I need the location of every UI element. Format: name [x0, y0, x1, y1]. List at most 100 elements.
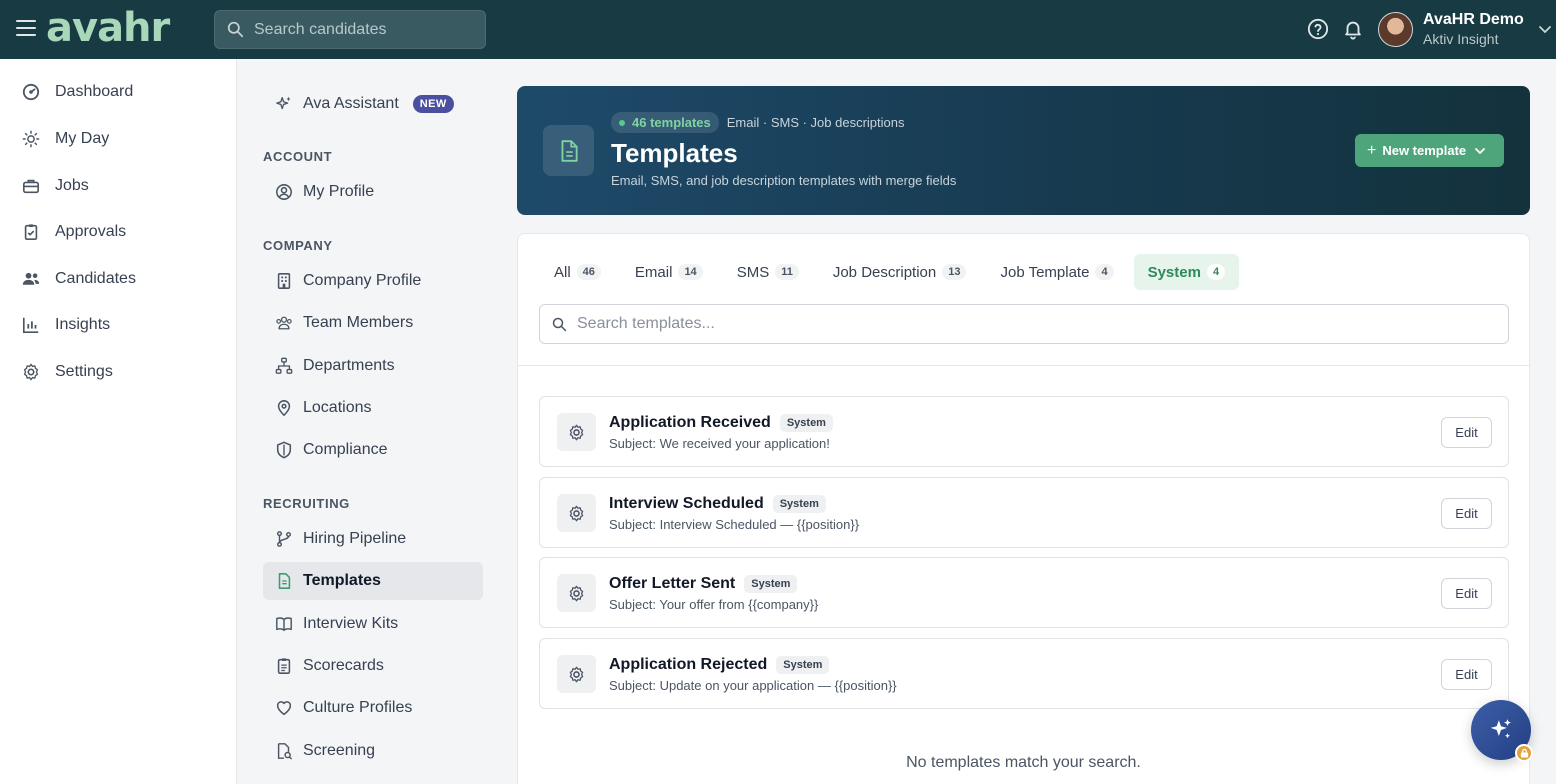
- tab-system[interactable]: System 4: [1133, 254, 1240, 290]
- empty-state-message: No templates match your search.: [906, 754, 1141, 771]
- subnav-label: Culture Profiles: [303, 699, 413, 716]
- subnav-label: Templates: [303, 572, 381, 589]
- tab-count-badge: 4: [1206, 264, 1226, 280]
- avatar: [1378, 11, 1413, 47]
- tab-job-template[interactable]: Job Template 4: [986, 254, 1127, 290]
- tab-job-description[interactable]: Job Description 13: [819, 254, 981, 290]
- system-template-icon: [557, 574, 596, 612]
- subnav-label: Scorecards: [303, 657, 384, 674]
- subnav-ava-assistant[interactable]: Ava Assistant NEW: [263, 85, 483, 123]
- edit-template-button[interactable]: Edit: [1441, 498, 1492, 529]
- subnav-label: Ava Assistant: [303, 95, 399, 112]
- help-icon[interactable]: [1307, 18, 1329, 40]
- hamburger-menu-icon[interactable]: [16, 20, 36, 38]
- nav-my-day[interactable]: My Day: [0, 119, 236, 159]
- users-icon: [22, 272, 40, 285]
- search-icon: [227, 21, 244, 38]
- clipboard-icon: [277, 658, 291, 674]
- nav-label: Jobs: [55, 177, 89, 194]
- template-row[interactable]: Interview Scheduled System Subject: Inter…: [539, 477, 1509, 548]
- section-heading-recruiting: RECRUITING: [263, 496, 350, 511]
- template-subject: Subject: Interview Scheduled — {{positio…: [609, 517, 860, 532]
- system-template-icon: [557, 494, 596, 532]
- subnav-team-members[interactable]: Team Members: [263, 304, 483, 342]
- section-heading-account: ACCOUNT: [263, 149, 333, 164]
- subnav-my-profile[interactable]: My Profile: [263, 173, 483, 211]
- system-badge: System: [772, 495, 826, 513]
- subnav-locations[interactable]: Locations: [263, 389, 483, 427]
- tab-all[interactable]: All 46: [540, 254, 615, 290]
- template-search[interactable]: [539, 304, 1509, 344]
- sparkle-icon: [1490, 719, 1511, 739]
- user-menu[interactable]: AvaHR Demo Aktiv Insight: [1378, 10, 1552, 48]
- gear-icon: [569, 585, 584, 601]
- heart-icon: [276, 701, 292, 716]
- briefcase-icon: [22, 179, 40, 194]
- system-badge: System: [744, 575, 798, 593]
- book-icon: [276, 617, 292, 632]
- template-row[interactable]: Application Received System Subject: We r…: [539, 396, 1509, 467]
- template-subject: Subject: Your offer from {{company}}: [609, 597, 819, 612]
- template-title: Offer Letter Sent: [609, 575, 736, 592]
- subnav-scorecards[interactable]: Scorecards: [263, 647, 483, 685]
- template-row[interactable]: Application Rejected System Subject: Upda…: [539, 638, 1509, 709]
- nav-approvals[interactable]: Approvals: [0, 212, 236, 252]
- nav-dashboard[interactable]: Dashboard: [0, 72, 236, 112]
- subnav-label: Company Profile: [303, 272, 422, 289]
- subnav-hiring-pipeline[interactable]: Hiring Pipeline: [263, 520, 483, 558]
- map-pin-icon: [277, 400, 291, 417]
- git-branch-icon: [276, 531, 292, 547]
- user-circle-icon: [276, 184, 292, 200]
- system-badge: System: [776, 656, 830, 674]
- top-bar: avahr AvaHR Demo Aktiv Insight: [0, 0, 1556, 59]
- subnav-label: My Profile: [303, 183, 375, 200]
- subnav-interview-kits[interactable]: Interview Kits: [263, 605, 483, 643]
- templates-hero-icon: [543, 125, 594, 176]
- edit-template-button[interactable]: Edit: [1441, 417, 1492, 448]
- user-name: AvaHR Demo: [1423, 11, 1524, 28]
- subnav-compliance[interactable]: Compliance: [263, 431, 483, 469]
- template-search-input[interactable]: [577, 315, 1477, 333]
- app-logo[interactable]: avahr: [46, 5, 170, 51]
- search-icon: [552, 317, 567, 331]
- template-subject: Subject: Update on your application — {{…: [609, 678, 897, 693]
- template-types-text: Email · SMS · Job descriptions: [726, 115, 905, 130]
- clipboard-check-icon: [24, 224, 38, 241]
- candidate-search-input[interactable]: [254, 20, 474, 39]
- subnav-departments[interactable]: Departments: [263, 347, 483, 385]
- subnav-templates[interactable]: Templates: [263, 562, 483, 600]
- tab-sms[interactable]: SMS 11: [723, 254, 813, 290]
- template-count-pill: 46 templates: [611, 112, 719, 133]
- nav-jobs[interactable]: Jobs: [0, 166, 236, 206]
- bell-icon[interactable]: [1342, 18, 1364, 40]
- system-template-icon: [557, 413, 596, 451]
- candidate-search[interactable]: [214, 10, 486, 49]
- gear-icon: [569, 424, 584, 440]
- gear-icon: [569, 505, 584, 521]
- templates-panel: All 46 Email 14 SMS 11 Job Description 13 Jo…: [517, 233, 1530, 784]
- file-search-icon: [277, 743, 292, 760]
- edit-template-button[interactable]: Edit: [1441, 659, 1492, 690]
- nav-label: Settings: [55, 363, 113, 380]
- subnav-label: Screening: [303, 742, 376, 759]
- nav-candidates[interactable]: Candidates: [0, 259, 236, 299]
- subnav-screening[interactable]: Screening: [263, 732, 483, 770]
- new-badge: NEW: [412, 95, 454, 113]
- new-template-button[interactable]: + New template: [1355, 134, 1504, 167]
- chevron-down-icon: [1475, 147, 1486, 154]
- chevron-down-icon: [1538, 26, 1551, 34]
- divider: [518, 365, 1529, 366]
- user-organization: Aktiv Insight: [1423, 31, 1499, 47]
- nav-label: My Day: [55, 130, 110, 147]
- nav-label: Candidates: [55, 270, 136, 287]
- tab-email[interactable]: Email 14: [621, 254, 717, 290]
- settings-sidebar: Ava Assistant NEW ACCOUNT My Profile COM…: [237, 59, 517, 784]
- main-sidebar: Dashboard My Day Jobs Approvals Candidat…: [0, 59, 237, 784]
- subnav-culture-profiles[interactable]: Culture Profiles: [263, 689, 483, 727]
- nav-settings[interactable]: Settings: [0, 352, 236, 392]
- template-row[interactable]: Offer Letter Sent System Subject: Your of…: [539, 557, 1509, 628]
- edit-template-button[interactable]: Edit: [1441, 578, 1492, 609]
- tab-count-badge: 11: [775, 264, 799, 280]
- subnav-company-profile[interactable]: Company Profile: [263, 262, 483, 300]
- nav-insights[interactable]: Insights: [0, 305, 236, 345]
